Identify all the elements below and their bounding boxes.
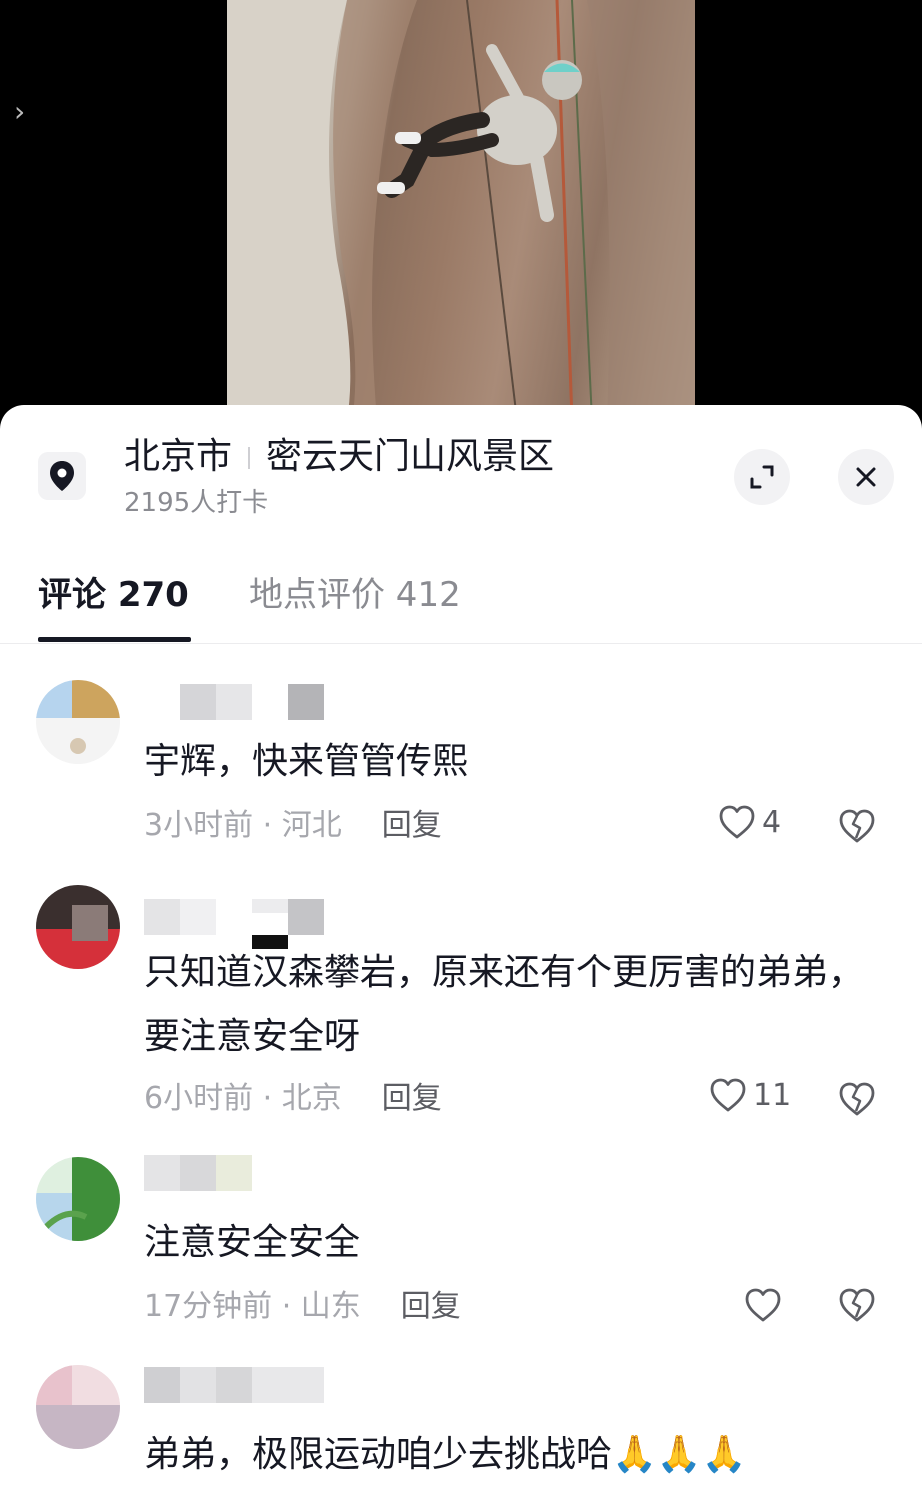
active-tab-indicator (38, 637, 191, 642)
dislike-button[interactable] (838, 808, 876, 848)
comment-text: 注意安全安全 (144, 1222, 361, 1263)
video-frame-climber[interactable] (227, 0, 695, 420)
avatar[interactable] (36, 1365, 120, 1449)
checkin-count: 2195人打卡 (124, 488, 269, 518)
comment-time-location: 3小时前 · 河北 (144, 808, 342, 843)
location-place: 密云天门山风景区 (266, 436, 555, 477)
comment-meta: 6小时前 · 北京 回复 (144, 1079, 442, 1119)
expand-button[interactable] (734, 449, 790, 505)
heart-icon (719, 805, 755, 839)
broken-heart-icon (839, 1288, 875, 1322)
avatar[interactable] (36, 885, 120, 969)
comment-meta: 17分钟前 · 山东 回复 (144, 1287, 461, 1327)
comment-meta: 3小时前 · 河北 回复 (144, 806, 442, 846)
comment-text: 弟弟，极限运动咱少去挑战哈🙏🙏🙏 (144, 1434, 747, 1475)
like-button[interactable]: 4 (718, 804, 781, 840)
close-button[interactable] (838, 449, 894, 505)
avatar[interactable] (36, 1157, 120, 1241)
comment-time-location: 17分钟前 · 山东 (144, 1289, 361, 1324)
reply-button[interactable]: 回复 (382, 808, 442, 843)
username-blurred[interactable] (144, 1155, 324, 1191)
like-button[interactable] (744, 1287, 782, 1323)
heart-icon (745, 1288, 781, 1322)
title-divider (248, 447, 251, 469)
broken-heart-icon (839, 1082, 875, 1116)
chevron-right-icon[interactable]: › (14, 98, 25, 126)
username-blurred[interactable] (144, 684, 324, 720)
comment-time-location: 6小时前 · 北京 (144, 1081, 342, 1116)
location-pin-icon (38, 452, 86, 500)
climber-illustration (227, 0, 695, 420)
broken-heart-icon (839, 809, 875, 843)
tab-bar: 评论 270 地点评价 412 (0, 565, 922, 644)
location-city: 北京市 (124, 436, 233, 477)
tab-comments[interactable]: 评论 270 (38, 573, 189, 617)
location-title[interactable]: 北京市 密云天门山风景区 (124, 435, 554, 479)
like-count: 11 (753, 1077, 792, 1113)
username-blurred[interactable] (144, 1367, 324, 1403)
comment-text: 宇辉，快来管管传熙 (144, 741, 469, 782)
dislike-button[interactable] (838, 1287, 876, 1327)
like-count: 4 (762, 804, 782, 840)
expand-icon (750, 465, 774, 489)
close-icon (856, 467, 876, 487)
like-button[interactable]: 11 (709, 1077, 791, 1113)
heart-icon (710, 1078, 746, 1112)
comment-text: 只知道汉森攀岩，原来还有个更厉害的弟弟，要注意安全呀 (144, 952, 865, 1057)
reply-button[interactable]: 回复 (382, 1081, 442, 1116)
reply-button[interactable]: 回复 (401, 1289, 461, 1324)
location-sheet: 北京市 密云天门山风景区 2195人打卡 评论 270 地点评价 412 宇辉，… (0, 405, 922, 1485)
tab-location-reviews[interactable]: 地点评价 412 (249, 573, 461, 617)
dislike-button[interactable] (838, 1081, 876, 1121)
video-background: › (0, 0, 922, 420)
avatar[interactable] (36, 680, 120, 764)
